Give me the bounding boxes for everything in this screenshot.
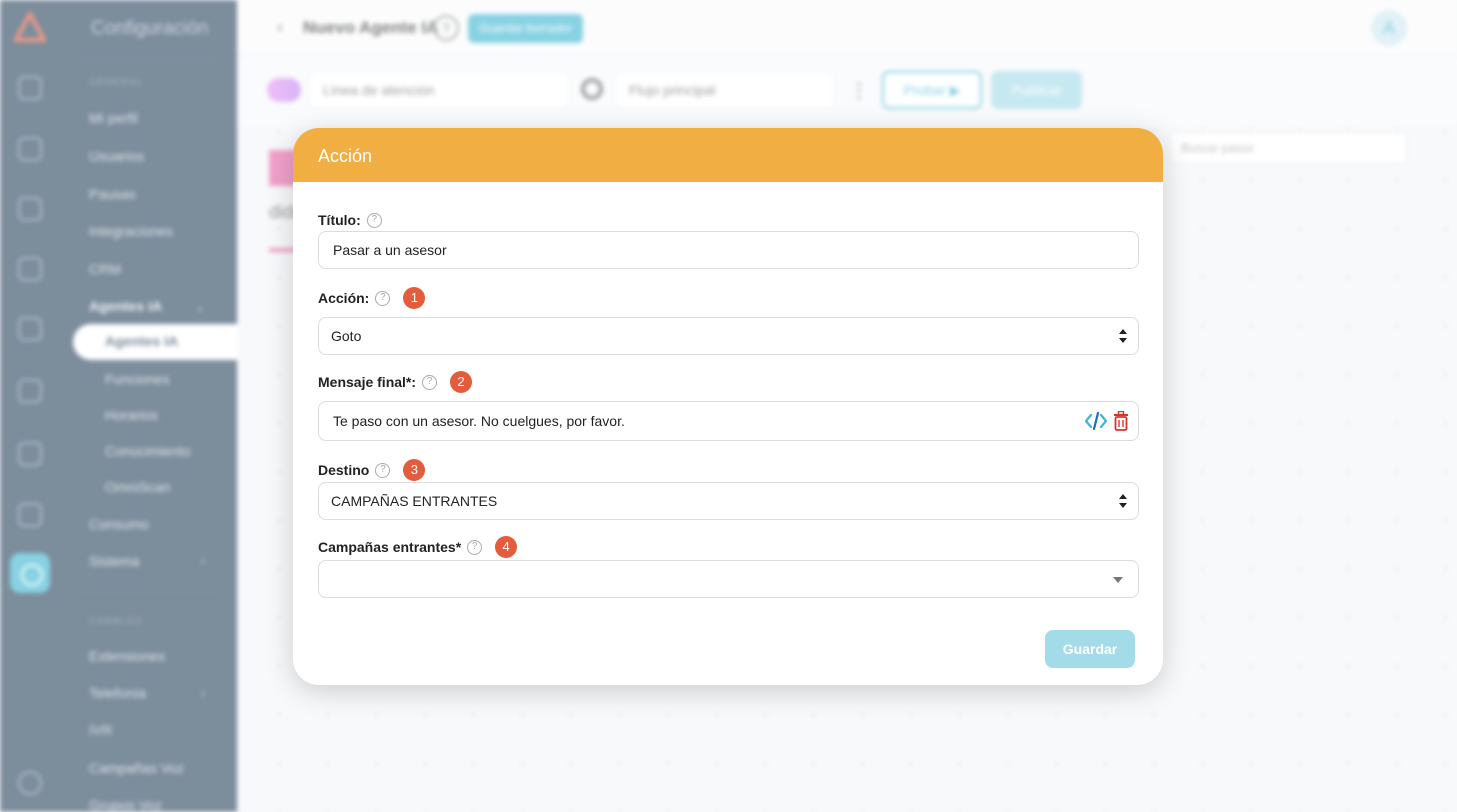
action-label: Acción: ? 1 xyxy=(318,287,426,309)
help-icon[interactable]: ? xyxy=(375,290,391,306)
step-badge-1: 1 xyxy=(403,287,426,309)
help-icon[interactable]: ? xyxy=(375,462,391,478)
help-icon[interactable]: ? xyxy=(366,212,382,228)
action-select[interactable]: Goto xyxy=(318,317,1139,355)
action-modal: Acción Título: ? Pasar a un asesor Acció… xyxy=(293,128,1163,685)
final-message-input[interactable]: Te paso con un asesor. No cuelgues, por … xyxy=(318,401,1139,441)
modal-title: Acción xyxy=(318,146,373,166)
inbound-campaigns-select[interactable] xyxy=(318,560,1139,598)
save-button[interactable]: Guardar xyxy=(1045,630,1135,668)
title-label: Título: ? xyxy=(318,212,382,228)
step-badge-3: 3 xyxy=(403,459,426,481)
step-badge-2: 2 xyxy=(450,371,473,393)
inbound-campaigns-label: Campañas entrantes* ? 4 xyxy=(318,536,518,558)
destination-select[interactable]: CAMPAÑAS ENTRANTES xyxy=(318,482,1139,520)
step-badge-4: 4 xyxy=(495,536,518,558)
chevron-down-icon xyxy=(1113,577,1123,583)
select-arrows-icon xyxy=(1119,494,1127,508)
select-arrows-icon xyxy=(1119,329,1127,343)
title-input[interactable]: Pasar a un asesor xyxy=(318,231,1139,269)
trash-icon[interactable] xyxy=(1113,411,1129,431)
destination-label: Destino ? 3 xyxy=(318,459,426,481)
final-message-label: Mensaje final*: ? 2 xyxy=(318,371,473,393)
help-icon[interactable]: ? xyxy=(467,539,483,555)
code-icon[interactable] xyxy=(1085,411,1107,431)
modal-header: Acción xyxy=(293,128,1163,182)
help-icon[interactable]: ? xyxy=(422,374,438,390)
